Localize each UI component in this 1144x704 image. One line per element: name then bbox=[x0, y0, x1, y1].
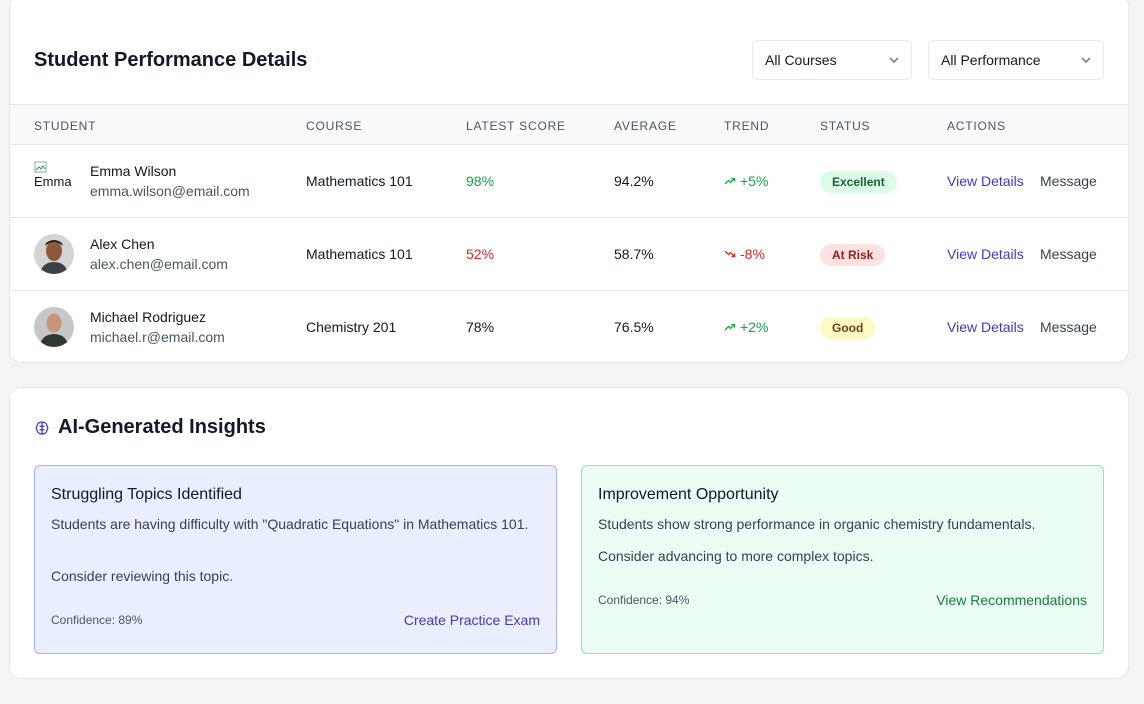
trend-value: +2% bbox=[740, 319, 769, 335]
create-practice-exam-link[interactable]: Create Practice Exam bbox=[404, 612, 540, 628]
column-header-trend: TREND bbox=[724, 119, 770, 133]
insight-title: Struggling Topics Identified bbox=[51, 486, 242, 503]
view-details-link[interactable]: View Details bbox=[947, 246, 1024, 262]
trending-down-icon bbox=[724, 250, 736, 258]
average-score: 58.7% bbox=[614, 246, 654, 262]
avatar-alt-text: Emma bbox=[34, 174, 72, 189]
page-title: Student Performance Details bbox=[34, 49, 308, 71]
average-score: 76.5% bbox=[614, 319, 654, 335]
message-link[interactable]: Message bbox=[1040, 319, 1097, 335]
insight-suggestion: Consider advancing to more complex topic… bbox=[598, 548, 874, 564]
status-badge: Good bbox=[820, 317, 876, 339]
course-filter-select[interactable]: All Courses bbox=[752, 40, 912, 80]
student-email: michael.r@email.com bbox=[90, 329, 225, 345]
insight-text: Students are having difficulty with "Qua… bbox=[51, 516, 529, 532]
avatar: Emma bbox=[34, 161, 74, 201]
chevron-down-icon bbox=[889, 57, 899, 64]
ai-insights-card: AI-Generated Insights Struggling Topics … bbox=[9, 387, 1129, 679]
message-link[interactable]: Message bbox=[1040, 246, 1097, 262]
performance-filter-select[interactable]: All Performance bbox=[928, 40, 1104, 80]
insight-suggestion: Consider reviewing this topic. bbox=[51, 568, 234, 584]
column-header-status: STATUS bbox=[820, 119, 871, 133]
trend-cell: +5% bbox=[724, 173, 768, 189]
insights-header: AI-Generated Insights bbox=[34, 416, 266, 439]
table-row: Alex Chen alex.chen@email.com Mathematic… bbox=[10, 218, 1128, 291]
confidence-label: Confidence: 94% bbox=[598, 593, 690, 607]
trending-up-icon bbox=[724, 323, 736, 331]
performance-filter-value: All Performance bbox=[941, 52, 1041, 68]
view-details-link[interactable]: View Details bbox=[947, 319, 1024, 335]
chevron-down-icon bbox=[1081, 57, 1091, 64]
column-header-course: COURSE bbox=[306, 119, 363, 133]
course-cell: Mathematics 101 bbox=[306, 173, 413, 189]
status-badge: Excellent bbox=[820, 171, 897, 193]
course-filter-value: All Courses bbox=[765, 52, 837, 68]
broken-image-icon bbox=[34, 161, 47, 173]
student-email: alex.chen@email.com bbox=[90, 256, 228, 272]
message-link[interactable]: Message bbox=[1040, 173, 1097, 189]
student-name: Michael Rodriguez bbox=[90, 309, 206, 325]
trend-cell: +2% bbox=[724, 319, 768, 335]
table-header: STUDENT COURSE LATEST SCORE AVERAGE TREN… bbox=[10, 104, 1128, 145]
insight-title: Improvement Opportunity bbox=[598, 486, 779, 503]
latest-score: 98% bbox=[466, 173, 495, 189]
insights-title: AI-Generated Insights bbox=[58, 416, 266, 438]
trend-value: +5% bbox=[740, 173, 769, 189]
confidence-label: Confidence: 89% bbox=[51, 613, 143, 627]
average-score: 94.2% bbox=[614, 173, 654, 189]
avatar-photo bbox=[34, 307, 74, 347]
view-details-link[interactable]: View Details bbox=[947, 173, 1024, 189]
improvement-opportunity-card: Improvement Opportunity Students show st… bbox=[581, 465, 1104, 654]
struggling-topics-card: Struggling Topics Identified Students ar… bbox=[34, 465, 557, 654]
avatar bbox=[34, 307, 74, 347]
trend-value: -8% bbox=[740, 246, 765, 262]
column-header-latest-score: LATEST SCORE bbox=[466, 119, 566, 133]
status-badge: At Risk bbox=[820, 244, 886, 266]
latest-score: 52% bbox=[466, 246, 495, 262]
student-email: emma.wilson@email.com bbox=[90, 183, 250, 199]
table-row: Emma Emma Wilson emma.wilson@email.com M… bbox=[10, 145, 1128, 218]
card-header: Student Performance Details All Courses … bbox=[10, 0, 1128, 105]
table-row: Michael Rodriguez michael.r@email.com Ch… bbox=[10, 291, 1128, 362]
student-name: Alex Chen bbox=[90, 236, 155, 252]
column-header-student: STUDENT bbox=[34, 119, 97, 133]
student-performance-card: Student Performance Details All Courses … bbox=[9, 0, 1129, 363]
column-header-actions: ACTIONS bbox=[947, 119, 1006, 133]
column-header-average: AVERAGE bbox=[614, 119, 677, 133]
view-recommendations-link[interactable]: View Recommendations bbox=[936, 592, 1087, 608]
trend-cell: -8% bbox=[724, 246, 765, 262]
brain-icon bbox=[35, 420, 49, 435]
course-cell: Mathematics 101 bbox=[306, 246, 413, 262]
student-name: Emma Wilson bbox=[90, 163, 177, 179]
course-cell: Chemistry 201 bbox=[306, 319, 397, 335]
avatar bbox=[34, 234, 74, 274]
insight-text: Students show strong performance in orga… bbox=[598, 516, 1036, 532]
latest-score: 78% bbox=[466, 319, 495, 335]
trending-up-icon bbox=[724, 177, 736, 185]
avatar-photo bbox=[34, 234, 74, 274]
